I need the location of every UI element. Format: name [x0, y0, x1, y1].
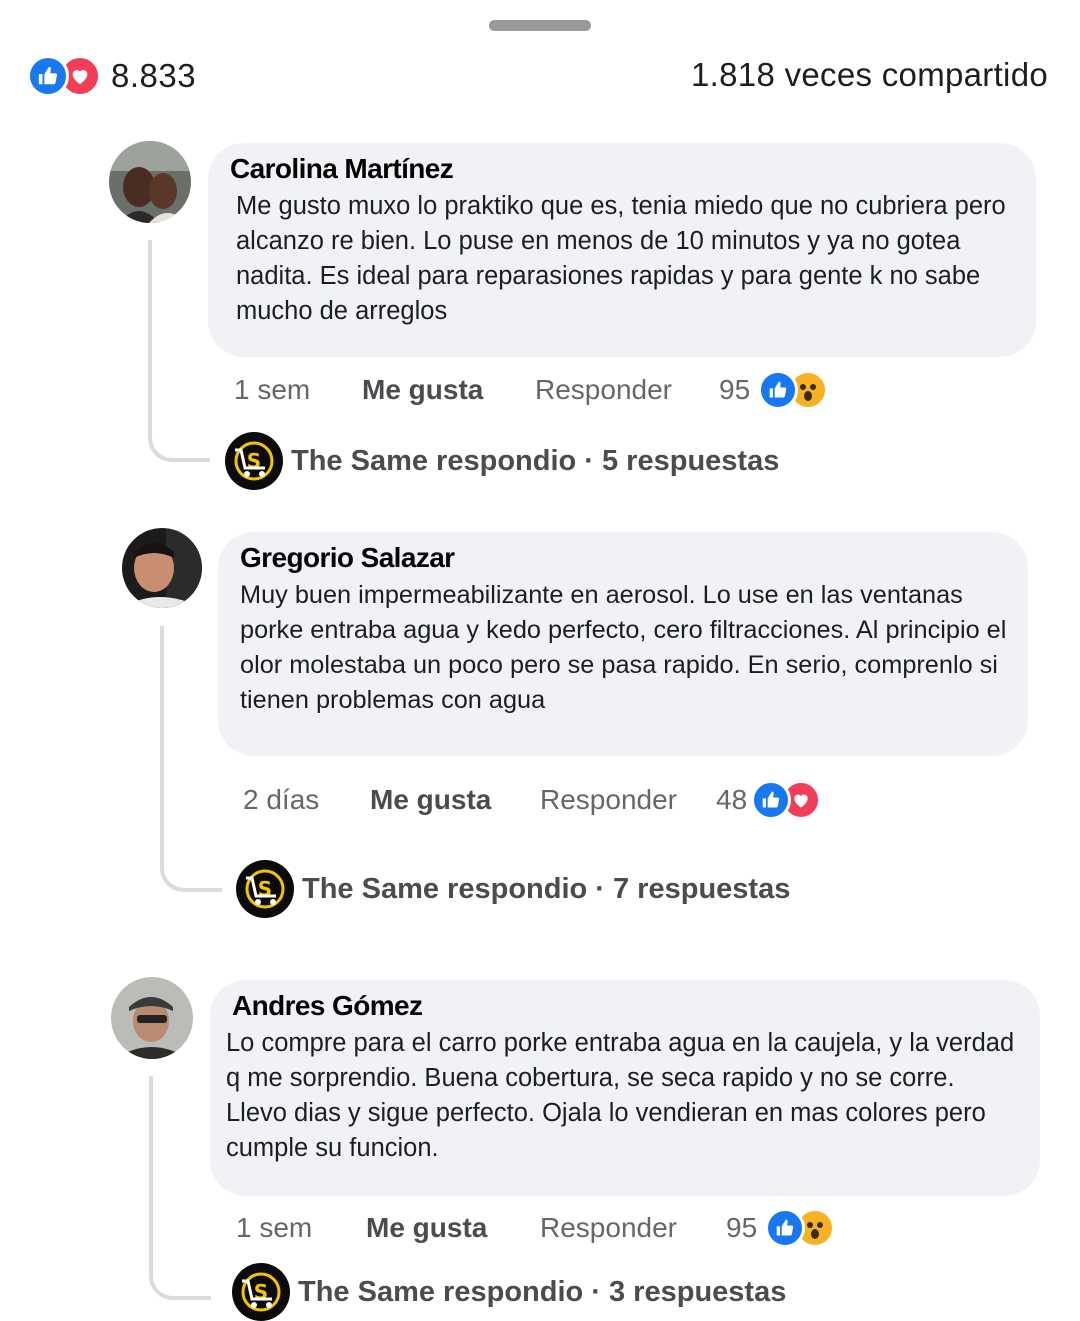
thread-connector — [149, 1076, 211, 1300]
comment-reaction-count: 95 — [719, 374, 751, 405]
sheet-drag-handle[interactable] — [489, 20, 591, 31]
brand-logo-icon: S — [232, 1263, 290, 1321]
avatar[interactable] — [111, 977, 193, 1059]
comment-time[interactable]: 1 sem — [236, 1212, 366, 1244]
comment-bubble[interactable]: Carolina Martínez Me gusto muxo lo prakt… — [208, 143, 1036, 357]
like-icon — [751, 780, 792, 820]
reply-button[interactable]: Responder — [540, 784, 716, 816]
thread-connector — [160, 626, 222, 892]
comment-reactions[interactable] — [758, 370, 829, 410]
reply-summary-link[interactable]: S The Same respondio · 3 respuestas — [232, 1262, 786, 1321]
comment-text: Me gusto muxo lo praktiko que es, tenia … — [236, 192, 1006, 325]
brand-logo-icon: S — [225, 432, 283, 490]
reply-button[interactable]: Responder — [535, 374, 719, 406]
comment-author[interactable]: Carolina Martínez — [230, 153, 1016, 185]
comment-bubble[interactable]: Gregorio Salazar Muy buen impermeabiliza… — [218, 532, 1028, 756]
like-icon — [765, 1208, 806, 1248]
reply-button[interactable]: Responder — [540, 1212, 726, 1244]
comment-author[interactable]: Andres Gómez — [232, 990, 1020, 1022]
like-button[interactable]: Me gusta — [370, 784, 540, 816]
comment-actions: 2 días Me gusta Responder 48 — [243, 778, 822, 822]
comment-actions: 1 sem Me gusta Responder 95 — [234, 368, 829, 412]
thread-connector — [148, 240, 210, 462]
share-count[interactable]: 1.818 veces compartido — [691, 56, 1048, 94]
avatar[interactable] — [122, 528, 202, 608]
comment-actions: 1 sem Me gusta Responder 95 — [236, 1206, 836, 1250]
comment-reaction-count: 48 — [716, 784, 748, 815]
comment-reaction-count: 95 — [726, 1212, 758, 1243]
reply-summary-text: The Same respondio · 3 respuestas — [298, 1275, 787, 1308]
comment-text: Muy buen impermeabilizante en aerosol. L… — [240, 581, 1007, 714]
reaction-count: 8.833 — [111, 57, 197, 94]
reply-summary-link[interactable]: S The Same respondio · 5 respuestas — [225, 431, 779, 491]
comment-time[interactable]: 1 sem — [234, 374, 362, 406]
comment-text: Lo compre para el carro porke entraba ag… — [226, 1029, 1015, 1162]
comment-time[interactable]: 2 días — [243, 784, 370, 816]
like-button[interactable]: Me gusta — [366, 1212, 540, 1244]
comment-reactions[interactable] — [765, 1208, 836, 1248]
like-icon — [27, 55, 69, 97]
like-button[interactable]: Me gusta — [362, 374, 535, 406]
comment-reactions[interactable] — [751, 780, 822, 820]
avatar[interactable] — [109, 141, 191, 223]
comment-bubble[interactable]: Andres Gómez Lo compre para el carro por… — [210, 980, 1040, 1196]
post-reaction-summary[interactable]: 8.833 — [27, 54, 196, 98]
like-icon — [758, 370, 799, 410]
comment-author[interactable]: Gregorio Salazar — [240, 542, 1008, 574]
reply-summary-text: The Same respondio · 5 respuestas — [291, 444, 780, 477]
reply-summary-text: The Same respondio · 7 respuestas — [302, 872, 791, 905]
brand-logo-icon: S — [236, 860, 294, 918]
reply-summary-link[interactable]: S The Same respondio · 7 respuestas — [236, 859, 790, 919]
